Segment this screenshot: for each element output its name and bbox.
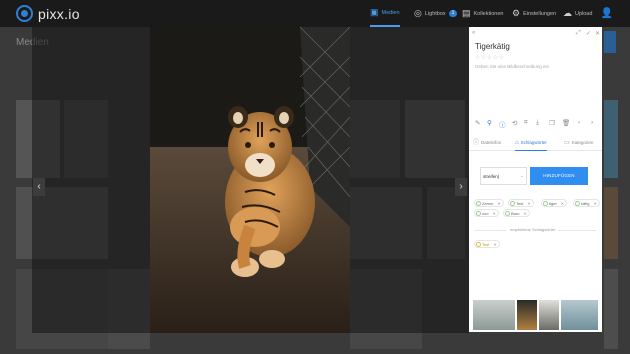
tab-label: Dateiinfos [481,140,502,145]
location-icon[interactable]: ⚲ [487,119,492,127]
chip-dot-icon [476,211,481,216]
expand-icon[interactable]: ⤢ [576,30,581,37]
detail-panel: « ⤢ ✓ ✕ Tigerkätig ☆☆☆☆☆ Geben Sie eine … [469,27,602,332]
lightbox-count-badge: 1 [448,10,458,17]
pixxio-logo-icon[interactable] [16,5,33,22]
chip-dot-icon [575,201,580,206]
nav-item-lightbox[interactable]: ◎ Lightbox 1 [414,0,458,27]
keyword-chip[interactable]: käfig ✕ [573,199,600,207]
add-keyword-button[interactable]: HINZUFÜGEN [530,167,588,185]
thumbnail-strip [473,300,598,330]
thumbnail-current[interactable] [517,300,537,330]
detail-tabs: ⓘ Dateiinfos ⌂ Schlagwörter ▭ Kategorien [469,135,602,151]
lightbulb-icon: ◎ [414,8,422,18]
remove-keyword-icon[interactable]: ✕ [497,201,500,206]
tag-icon: ⌂ [515,140,519,146]
action-icon-bar: ✎ ⚲ ⓘ ⟲ ⌗ ⤓ ❐ 🗑 ‹ › [473,119,599,129]
download-icon[interactable]: ⤓ [536,119,539,127]
tiger-photo [150,27,350,333]
copy-icon[interactable]: ❐ [549,119,555,127]
nav-item-kollektionen[interactable]: ▤ Kollektionen [462,0,503,27]
thumbnail[interactable] [561,300,598,330]
remove-keyword-icon[interactable]: ✕ [561,201,564,206]
tab-label: Kategorien [571,140,594,145]
keyword-label: käfig [581,201,590,206]
media-tile [604,100,618,178]
next-image-button[interactable]: › [455,178,467,196]
keyword-input[interactable]: streifen| ⌄ [480,167,527,185]
panel-toolbar: « ⤢ ✓ ✕ [469,30,602,38]
close-icon[interactable]: ✕ [595,30,600,37]
image-title[interactable]: Tigerkätig [475,42,510,51]
user-icon[interactable]: 👤 [601,8,613,19]
suggested-keyword-chip[interactable]: Test ✕ [474,240,500,248]
keyword-label: Baro [511,211,520,216]
keyword-chip[interactable]: Zernin ✕ [474,199,504,207]
chip-dot-icon [510,201,515,206]
tab-dateiinfos[interactable]: ⓘ Dateiinfos [473,135,501,151]
nav-item-upload[interactable]: ☁ Upload [563,0,592,27]
tiger-photo-illustration [150,27,350,333]
keyword-label: Zernin [482,201,494,206]
info-icon: ⓘ [473,140,480,146]
description-field[interactable]: Geben Sie eine Bildbeschreibung ein [475,64,549,69]
nav-item-einstellungen[interactable]: ⚙ Einstellungen [512,0,556,27]
crop-icon[interactable]: ⌗ [524,119,528,127]
thumbnail[interactable] [539,300,559,330]
tab-kategorien[interactable]: ▭ Kategorien [564,135,593,151]
folder-icon: ▭ [564,140,570,146]
chevron-right-icon[interactable]: › [591,119,593,126]
keyword-chip[interactable]: Baro ✕ [503,209,530,217]
chip-dot-icon [505,211,510,216]
remove-keyword-icon[interactable]: ✕ [593,201,596,206]
keyword-input-value: streifen| [483,174,499,179]
keyword-chip[interactable]: tiger ✕ [541,199,568,207]
keyword-chip[interactable]: Test ✕ [508,199,534,207]
chevron-left-icon[interactable]: ‹ [578,119,580,126]
delete-icon[interactable]: 🗑 [562,119,570,127]
images-icon: ▣ [370,7,379,17]
nav-label: Einstellungen [523,10,557,17]
edit-icon[interactable]: ✎ [475,119,480,127]
media-tile [604,187,618,259]
collections-icon: ▤ [462,8,471,18]
suggested-keywords-heading: empfohlene Schlagwörter [507,227,559,232]
thumbnail[interactable] [473,300,515,330]
info-circle-icon[interactable]: ⓘ [499,119,506,129]
rating-stars[interactable]: ☆☆☆☆☆ [475,54,504,61]
chip-dot-icon [476,201,481,206]
nav-label: Lightbox [424,10,446,17]
nav-label: Upload [575,10,593,17]
chip-dot-icon [543,201,548,206]
keyword-label: Test [482,242,490,247]
nav-label: Kollektionen [473,10,504,17]
media-tile [604,269,618,349]
top-bar: pixx.io ▣ Medien ◎ Lightbox 1 ▤ Kollekti… [0,0,630,27]
tab-schlagwoerter[interactable]: ⌂ Schlagwörter [515,135,547,151]
remove-keyword-icon[interactable]: ✕ [527,201,530,206]
keyword-label: tiger [549,201,557,206]
keyword-label: zoo [482,211,489,216]
cloud-upload-icon: ☁ [563,8,572,18]
gear-icon: ⚙ [512,8,521,18]
remove-keyword-icon[interactable]: ✕ [523,211,526,216]
collapse-panel-icon[interactable]: « [472,30,475,36]
logo-text[interactable]: pixx.io [38,6,80,22]
nav-item-medien[interactable]: ▣ Medien [370,0,400,27]
remove-keyword-icon[interactable]: ✕ [492,211,495,216]
overlay-right [350,27,469,333]
check-icon[interactable]: ✓ [586,30,591,37]
previous-image-button[interactable]: ‹ [33,178,45,196]
overlay-left [32,27,150,333]
chevron-down-icon[interactable]: ⌄ [520,173,524,179]
chip-dot-icon [476,242,481,247]
tab-label: Schlagwörter [520,140,547,145]
keyword-label: Test [516,201,524,206]
nav-label: Medien [381,9,400,16]
background-action-button [604,31,616,53]
remove-keyword-icon[interactable]: ✕ [493,242,496,247]
share-icon[interactable]: ⟲ [512,119,517,127]
keyword-chip[interactable]: zoo ✕ [474,209,499,217]
